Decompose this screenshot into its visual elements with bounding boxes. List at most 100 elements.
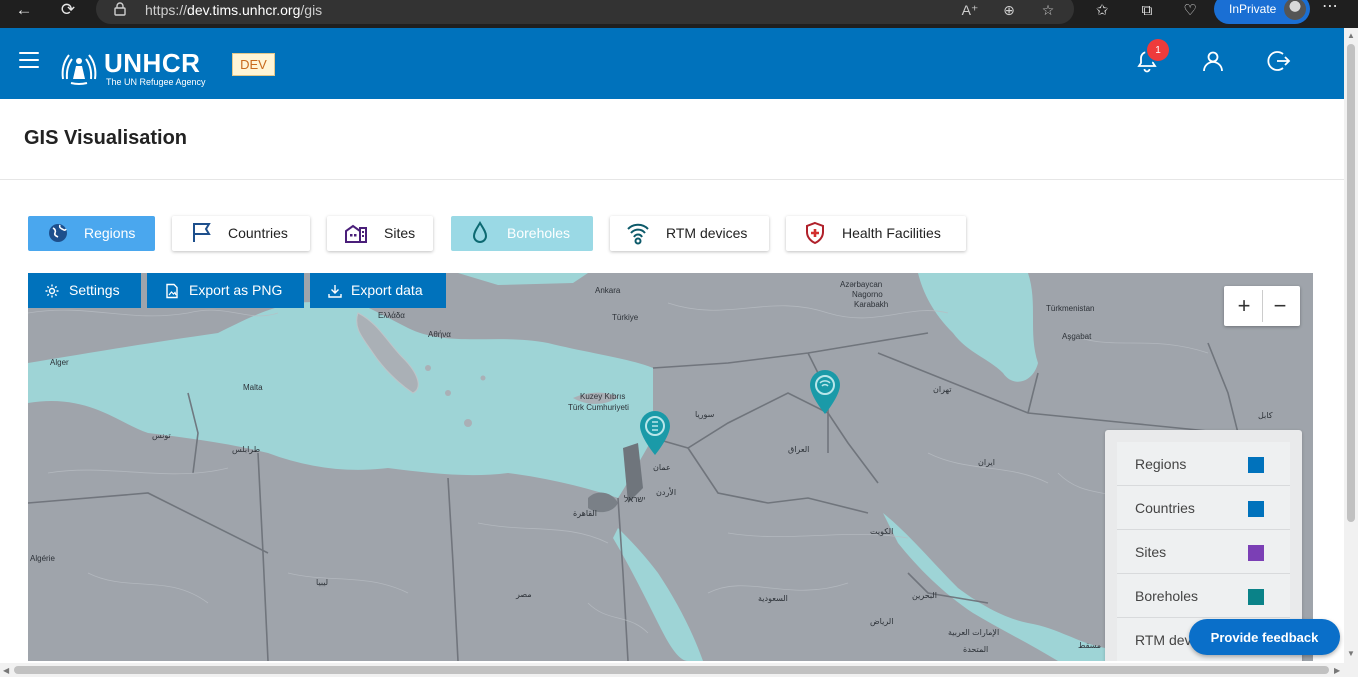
layer-button-regions[interactable]: Regions xyxy=(28,216,155,251)
legend-label: Boreholes xyxy=(1135,588,1199,604)
legend-swatch xyxy=(1248,501,1264,517)
map-label-riyadh: الرياض xyxy=(870,617,894,626)
user-icon[interactable] xyxy=(1200,48,1226,74)
gis-map[interactable]: Ankara Türkiye Azərbaycan Nagorno Karaba… xyxy=(28,273,1313,661)
layer-button-boreholes[interactable]: Boreholes xyxy=(451,216,593,251)
legend-label: Countries xyxy=(1135,500,1195,516)
gear-icon xyxy=(45,284,59,298)
horizontal-scrollbar[interactable]: ◀ ▶ xyxy=(0,663,1358,677)
map-label-turkiye: Türkiye xyxy=(612,313,639,322)
map-label-nagorno: Nagorno xyxy=(852,290,883,299)
building-icon xyxy=(345,224,367,243)
legend-label: Regions xyxy=(1135,456,1187,472)
legend-item-sites: Sites xyxy=(1117,530,1290,574)
map-label-iran: ایران xyxy=(978,458,995,467)
map-label-ankara: Ankara xyxy=(595,286,621,295)
map-label-greece: Ελλάδα xyxy=(378,311,405,320)
page-title-bar: GIS Visualisation xyxy=(0,99,1344,180)
settings-label: Settings xyxy=(69,282,120,298)
legend-item-countries: Countries xyxy=(1117,486,1290,530)
layer-label-health-facilities: Health Facilities xyxy=(842,225,941,241)
map-label-tunis: تونس xyxy=(152,431,171,440)
browser-toolbar: ← ⟳ https://dev.tims.unhcr.org/gis A⁺ ⊕ … xyxy=(0,0,1358,28)
scroll-down-arrow-icon[interactable]: ▼ xyxy=(1347,649,1355,658)
address-bar[interactable]: https://dev.tims.unhcr.org/gis A⁺ ⊕ ☆ xyxy=(96,0,1074,24)
map-label-tripoli: طرابلس xyxy=(232,445,261,454)
export-data-button[interactable]: Export data xyxy=(310,273,446,308)
map-label-cairo: القاهرة xyxy=(573,509,597,518)
inprivate-button[interactable]: InPrivate xyxy=(1214,0,1310,24)
wifi-signal-icon xyxy=(627,223,649,245)
scroll-right-arrow-icon[interactable]: ▶ xyxy=(1334,666,1340,675)
logo-title: UNHCR xyxy=(104,48,201,78)
map-label-uae: الإمارات العربية xyxy=(948,628,1000,637)
map-label-muscat: مسقط xyxy=(1078,641,1102,650)
layer-label-countries: Countries xyxy=(228,225,288,241)
collections-icon[interactable]: ⧉ xyxy=(1135,0,1159,22)
map-label-athens: Αθήνα xyxy=(428,330,451,339)
app-header: UNHCR The UN Refugee Agency DEV xyxy=(0,28,1344,99)
map-label-kuwait: الكويت xyxy=(870,527,894,536)
horizontal-scroll-thumb[interactable] xyxy=(14,666,1329,674)
image-file-icon xyxy=(166,283,178,299)
map-label-saudi-arabia: السعودية xyxy=(758,594,788,603)
rtm-device-marker[interactable] xyxy=(807,368,843,416)
logout-icon[interactable] xyxy=(1266,48,1292,74)
scroll-up-arrow-icon[interactable]: ▲ xyxy=(1347,31,1355,40)
back-arrow-icon[interactable]: ← xyxy=(10,0,38,20)
vertical-scroll-thumb[interactable] xyxy=(1347,44,1355,522)
layer-button-sites[interactable]: Sites xyxy=(327,216,433,251)
settings-button[interactable]: Settings xyxy=(28,273,141,308)
map-label-tehran: تهران xyxy=(933,385,952,394)
unhcr-emblem-logo xyxy=(61,54,97,85)
favorite-star-icon[interactable]: ☆ xyxy=(1039,2,1057,18)
map-label-malta: Malta xyxy=(243,383,263,392)
environment-badge: DEV xyxy=(232,53,275,76)
export-png-label: Export as PNG xyxy=(189,282,283,298)
map-label-karabakh: Karabakh xyxy=(854,300,889,309)
map-label-libya: ليبيا xyxy=(316,578,329,587)
export-png-button[interactable]: Export as PNG xyxy=(147,273,304,308)
map-label-iraq: العراق xyxy=(788,445,810,454)
map-label-kuzey-kibris: Kuzey Kıbrıs xyxy=(580,392,626,401)
favorites-icon[interactable]: ✩ xyxy=(1090,0,1114,22)
layer-button-rtm-devices[interactable]: RTM devices xyxy=(610,216,769,251)
lock-icon xyxy=(114,2,126,16)
notification-badge: 1 xyxy=(1147,39,1169,61)
borehole-marker[interactable] xyxy=(637,409,673,457)
refresh-icon[interactable]: ⟳ xyxy=(54,0,82,20)
profile-avatar xyxy=(1284,0,1306,20)
map-label-bahrain: البحرين xyxy=(912,591,937,600)
layer-label-sites: Sites xyxy=(384,225,416,241)
layer-label-rtm-devices: RTM devices xyxy=(666,225,748,241)
more-options-icon[interactable]: ⋯ xyxy=(1322,0,1338,16)
map-label-israel: ישראל xyxy=(624,495,646,504)
zoom-out-button[interactable]: − xyxy=(1264,290,1296,322)
map-label-alger: Alger xyxy=(50,358,69,367)
browser-essentials-icon[interactable]: ♡ xyxy=(1178,0,1202,22)
layer-button-health-facilities[interactable]: Health Facilities xyxy=(786,216,966,251)
map-label-egypt: مصر xyxy=(516,590,532,599)
scroll-left-arrow-icon[interactable]: ◀ xyxy=(3,666,9,675)
legend-swatch xyxy=(1248,589,1264,605)
legend-item-boreholes: Boreholes xyxy=(1117,574,1290,618)
layer-button-countries[interactable]: Countries xyxy=(172,216,310,251)
layer-label-boreholes: Boreholes xyxy=(507,225,571,241)
zoom-control: + − xyxy=(1224,286,1300,326)
menu-icon[interactable] xyxy=(19,52,39,68)
inprivate-label: InPrivate xyxy=(1229,2,1277,16)
layer-label-regions: Regions xyxy=(84,225,136,241)
water-drop-icon xyxy=(472,221,488,243)
map-label-amman: عمان xyxy=(653,463,671,472)
provide-feedback-button[interactable]: Provide feedback xyxy=(1189,619,1340,655)
read-aloud-icon[interactable]: A⁺ xyxy=(961,2,979,18)
map-label-asgabat: Aşgabat xyxy=(1062,332,1092,341)
zoom-icon[interactable]: ⊕ xyxy=(1000,2,1018,18)
zoom-in-button[interactable]: + xyxy=(1228,290,1260,322)
map-label-kabul: کابل xyxy=(1258,411,1273,420)
export-data-label: Export data xyxy=(351,282,423,298)
vertical-scrollbar[interactable]: ▲ ▼ xyxy=(1344,28,1358,663)
map-label-syria: سوريا xyxy=(695,410,715,419)
legend-item-regions: Regions xyxy=(1117,442,1290,486)
legend-label: Sites xyxy=(1135,544,1167,560)
